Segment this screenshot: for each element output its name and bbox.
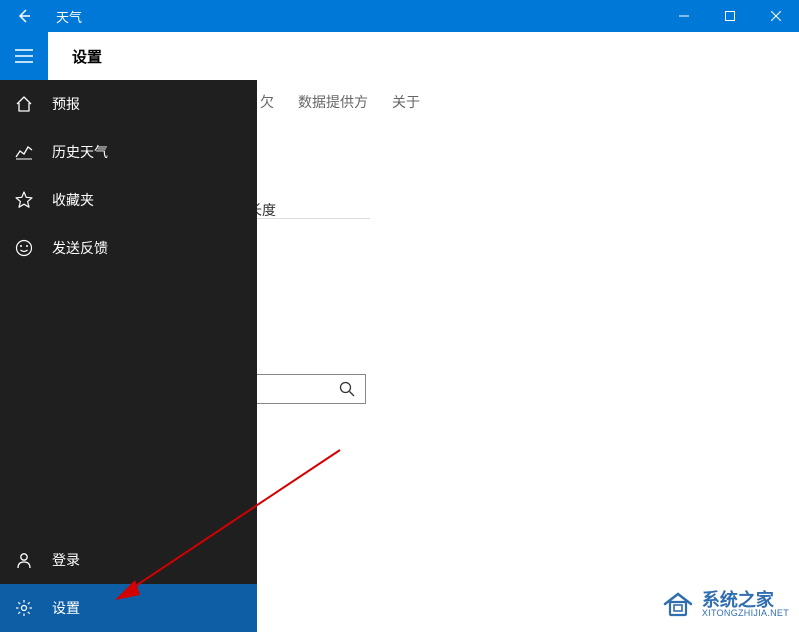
- watermark-sub: XITONGZHIJIA.NET: [702, 609, 789, 618]
- nav-top: 预报 历史天气 收藏夹 发送反馈: [0, 80, 257, 536]
- search-input[interactable]: [256, 374, 366, 404]
- nav-label: 设置: [48, 598, 80, 618]
- back-arrow-icon: [16, 8, 32, 24]
- gear-icon: [0, 599, 48, 617]
- hamburger-button[interactable]: [0, 32, 48, 80]
- person-icon: [0, 551, 48, 569]
- nav-label: 预报: [48, 94, 80, 114]
- hamburger-icon: [15, 49, 33, 63]
- nav-item-history[interactable]: 历史天气: [0, 128, 257, 176]
- nav-label: 发送反馈: [48, 238, 108, 258]
- page-title: 设置: [48, 46, 102, 67]
- watermark-main: 系统之家: [702, 591, 789, 609]
- watermark-logo-icon: [660, 586, 696, 622]
- minimize-button[interactable]: [661, 0, 707, 32]
- close-button[interactable]: [753, 0, 799, 32]
- home-icon: [0, 95, 48, 113]
- close-icon: [771, 11, 781, 21]
- nav-item-forecast[interactable]: 预报: [0, 80, 257, 128]
- tab-about[interactable]: 关于: [392, 92, 420, 112]
- minimize-icon: [679, 11, 689, 21]
- nav-item-feedback[interactable]: 发送反馈: [0, 224, 257, 272]
- subheader: 设置: [0, 32, 799, 80]
- app-title: 天气: [48, 7, 661, 26]
- nav-label: 登录: [48, 550, 80, 570]
- search-icon: [339, 381, 355, 397]
- back-button[interactable]: [0, 0, 48, 32]
- star-icon: [0, 191, 48, 209]
- tab-partial-1[interactable]: 欠: [260, 92, 274, 112]
- smile-icon: [0, 239, 48, 257]
- tab-data-provider[interactable]: 数据提供方: [298, 92, 368, 112]
- nav-item-login[interactable]: 登录: [0, 536, 257, 584]
- nav-item-settings[interactable]: 设置: [0, 584, 257, 632]
- chart-icon: [0, 143, 48, 161]
- nav-item-favorites[interactable]: 收藏夹: [0, 176, 257, 224]
- watermark: 系统之家 XITONGZHIJIA.NET: [660, 586, 789, 622]
- window-controls: [661, 0, 799, 32]
- maximize-button[interactable]: [707, 0, 753, 32]
- maximize-icon: [725, 11, 735, 21]
- nav-label: 历史天气: [48, 142, 108, 162]
- titlebar: 天气: [0, 0, 799, 32]
- nav-bottom: 登录 设置: [0, 536, 257, 632]
- nav-panel: 预报 历史天气 收藏夹 发送反馈 登录: [0, 80, 257, 632]
- nav-label: 收藏夹: [48, 190, 94, 210]
